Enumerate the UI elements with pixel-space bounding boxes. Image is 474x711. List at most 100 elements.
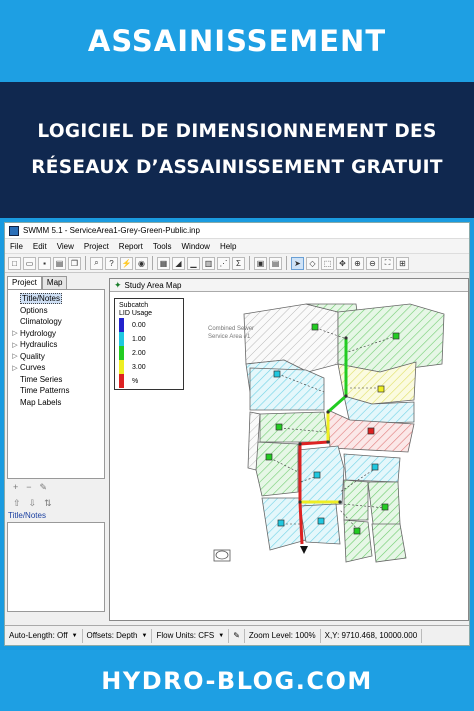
project-browser: Project Map Title/Notes Options Climatol… (7, 276, 105, 623)
menu-view[interactable]: View (52, 242, 79, 251)
flow-units-selector[interactable]: Flow Units: CFS ▼ (152, 628, 230, 643)
menu-file[interactable]: File (5, 242, 28, 251)
status-tool-icon[interactable]: ✎ (229, 628, 245, 643)
project-tree: Title/Notes Options Climatology ▷ Hydrolo… (7, 289, 105, 479)
tree-item-hydraulics[interactable]: ▷ Hydraulics (10, 339, 102, 351)
graph-icon[interactable]: ◢ (172, 256, 185, 270)
notes-textbox[interactable] (7, 522, 105, 612)
legend-title: Subcatch (119, 302, 149, 309)
browser-toolbar-1: + − ✎ (7, 479, 105, 495)
tree-item-label: Time Patterns (20, 386, 70, 396)
expand-icon[interactable]: ▷ (10, 341, 20, 349)
auto-length-selector[interactable]: Auto-Length: Off ▼ (5, 628, 83, 643)
sort-icon[interactable]: ⇅ (44, 498, 52, 509)
tree-item-label: Map Labels (20, 397, 62, 407)
select-arrow-icon[interactable]: ➤ (291, 256, 304, 270)
toolbar: □ ▭ ▪ ▤ ❐ ⌕ ? ⚡ ◉ ▦ ◢ ▁ ▥ ⋰ Σ ▣ ▤ ➤ ◇ ⬚ … (5, 254, 469, 273)
legend-label: 1.00 (132, 335, 146, 343)
offsets-selector[interactable]: Offsets: Depth ▼ (83, 628, 153, 643)
new-file-icon[interactable]: □ (8, 256, 21, 270)
junction (338, 500, 342, 504)
menu-project[interactable]: Project (79, 242, 114, 251)
print-icon[interactable]: ▤ (53, 256, 66, 270)
junction (326, 410, 330, 414)
vertex-icon[interactable]: ◇ (306, 256, 319, 270)
subcatchment-centroid (367, 427, 375, 435)
expand-icon[interactable]: ▷ (10, 329, 20, 337)
windows-icon[interactable]: ▤ (269, 256, 282, 270)
move-down-icon[interactable]: ⇩ (29, 498, 37, 509)
legend-entry: 2.00 (119, 346, 179, 360)
legend-swatch (119, 360, 124, 374)
map-window-title: Study Area Map (124, 280, 182, 290)
region-icon[interactable]: ⬚ (321, 256, 334, 270)
subcatchment-centroid (265, 453, 273, 461)
menu-report[interactable]: Report (114, 242, 148, 251)
copy-icon[interactable]: ❐ (68, 256, 81, 270)
auto-length-text: Auto-Length: Off (9, 631, 68, 640)
storage-unit (215, 550, 229, 560)
measure-icon[interactable]: ⊞ (396, 256, 409, 270)
chevron-down-icon: ▼ (71, 632, 78, 639)
full-extent-icon[interactable]: ⛶ (381, 256, 394, 270)
chevron-down-icon: ▼ (141, 632, 148, 639)
banner-title: ASSAINISSEMENT (87, 24, 387, 58)
options-icon[interactable]: ▣ (254, 256, 267, 270)
subcatchment-centroid (381, 503, 389, 511)
statistics-icon[interactable]: Σ (232, 256, 245, 270)
menu-help[interactable]: Help (215, 242, 241, 251)
tree-item-time-patterns[interactable]: Time Patterns (10, 385, 102, 397)
frequency-icon[interactable]: ⋰ (217, 256, 230, 270)
legend-swatch (119, 332, 124, 346)
top-banner: ASSAINISSEMENT (0, 0, 474, 82)
swmm-window: SWMM 5.1 - ServiceArea1-Grey-Green-Publi… (4, 222, 470, 646)
tree-item-hydrology[interactable]: ▷ Hydrology (10, 328, 102, 340)
tree-item-options[interactable]: Options (10, 305, 102, 317)
app-icon (9, 225, 19, 236)
legend-swatch (119, 318, 124, 332)
notes-label: Title/Notes (8, 511, 46, 520)
tree-item-curves[interactable]: ▷ Curves (10, 362, 102, 374)
menu-window[interactable]: Window (177, 242, 215, 251)
toolbar-separator (85, 256, 86, 270)
subcatchment-centroid (317, 517, 325, 525)
query-icon[interactable]: ? (105, 256, 118, 270)
tree-item-title-notes[interactable]: Title/Notes (10, 293, 102, 305)
open-folder-icon[interactable]: ▭ (23, 256, 36, 270)
menu-tools[interactable]: Tools (148, 242, 177, 251)
site-name[interactable]: HYDRO-BLOG.COM (101, 667, 373, 695)
tree-item-climatology[interactable]: Climatology (10, 316, 102, 328)
save-icon[interactable]: ▪ (38, 256, 51, 270)
subcatchment-centroid (273, 370, 281, 378)
tree-item-map-labels[interactable]: Map Labels (10, 397, 102, 409)
pan-icon[interactable]: ✥ (336, 256, 349, 270)
table-icon[interactable]: ▥ (202, 256, 215, 270)
report-icon[interactable]: ▦ (157, 256, 170, 270)
subcatchment (337, 303, 445, 373)
tree-item-label: Title/Notes (20, 293, 62, 305)
tab-map[interactable]: Map (41, 276, 68, 289)
subcatchment-centroid (377, 385, 385, 393)
menu-edit[interactable]: Edit (28, 242, 52, 251)
lid-usage-legend[interactable]: Subcatch LID Usage 0.00 1.00 2.00 3.00 % (114, 298, 184, 390)
tree-item-label: Time Series (20, 374, 63, 384)
edit-pencil-icon[interactable]: ✎ (40, 482, 48, 493)
run-icon[interactable]: ⚡ (120, 256, 133, 270)
profile-icon[interactable]: ▁ (187, 256, 200, 270)
find-icon[interactable]: ⌕ (90, 256, 103, 270)
tree-item-label: Hydraulics (20, 340, 58, 350)
offsets-text: Offsets: Depth (86, 631, 138, 640)
tab-project[interactable]: Project (7, 276, 42, 289)
globe-icon[interactable]: ◉ (135, 256, 148, 270)
tree-item-quality[interactable]: ▷ Quality (10, 351, 102, 363)
expand-icon[interactable]: ▷ (10, 364, 20, 372)
move-up-icon[interactable]: ⇧ (13, 498, 21, 509)
add-icon[interactable]: + (13, 482, 18, 492)
zoom-in-icon[interactable]: ⊕ (351, 256, 364, 270)
zoom-out-icon[interactable]: ⊖ (366, 256, 379, 270)
expand-icon[interactable]: ▷ (10, 352, 20, 360)
tree-item-time-series[interactable]: Time Series (10, 374, 102, 386)
junction (298, 442, 302, 446)
map-canvas[interactable]: Combined Sewer Service Area #1 Subcatch … (110, 292, 468, 620)
remove-icon[interactable]: − (26, 482, 31, 492)
